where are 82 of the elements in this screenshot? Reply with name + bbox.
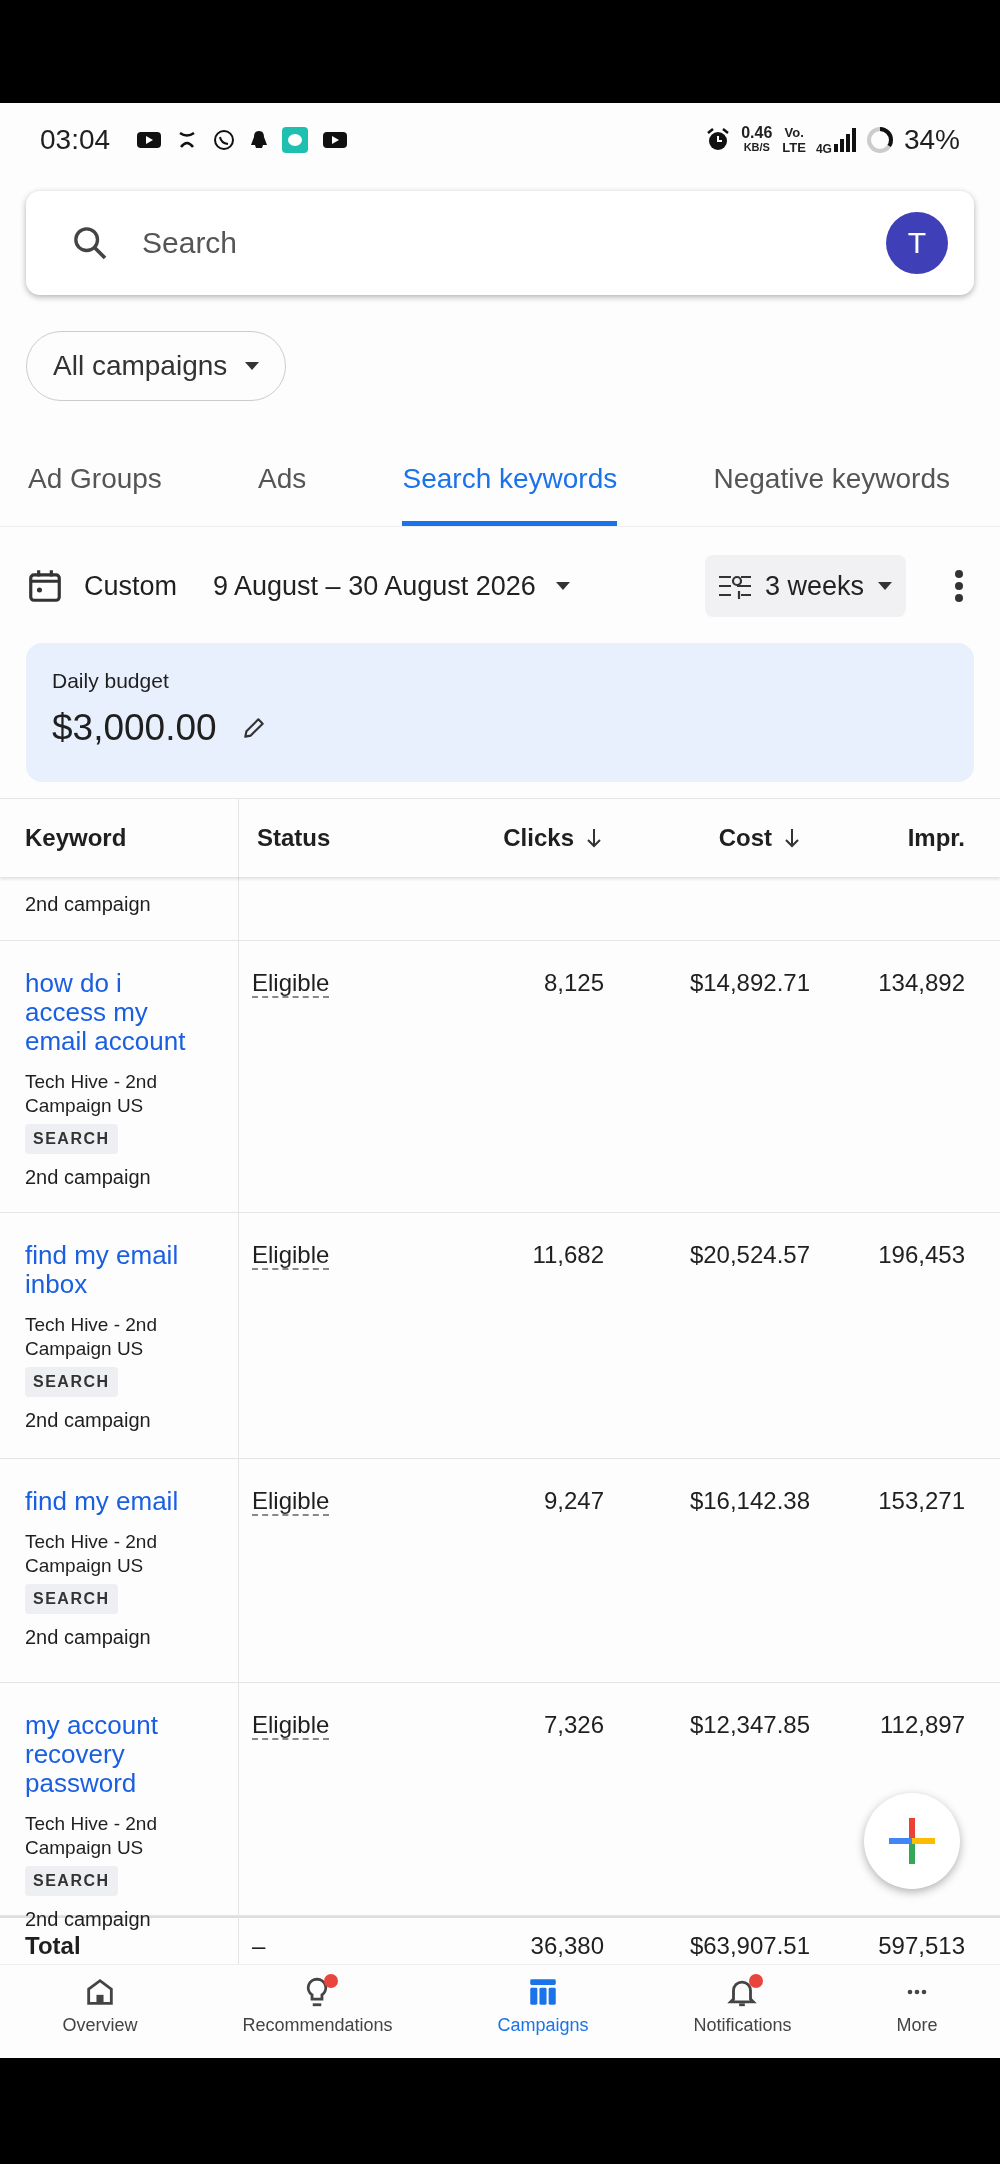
campaign-type-tag: SEARCH — [25, 1866, 118, 1896]
battery-percent: 34% — [903, 124, 960, 156]
video-app-icon — [322, 130, 349, 150]
ad-group-name: Tech Hive - 2nd Campaign US — [25, 1812, 158, 1860]
tab[interactable]: Search keywords — [402, 453, 618, 526]
plus-icon — [889, 1818, 935, 1864]
total-label: Total — [25, 1932, 81, 1959]
add-button[interactable] — [864, 1793, 960, 1889]
campaign-name: 2nd campaign — [25, 1166, 151, 1189]
notification-dot — [324, 1974, 339, 1988]
period-dropdown[interactable]: 3 weeks — [704, 555, 906, 617]
video-app-icon — [136, 130, 163, 150]
campaign-name: 2nd campaign — [25, 1908, 151, 1931]
keyword-link[interactable]: find my email — [25, 1487, 179, 1516]
more-options-icon[interactable] — [954, 569, 964, 603]
ad-group-name: Tech Hive - 2nd Campaign US — [25, 1530, 158, 1578]
sort-down-arrow-icon[interactable] — [784, 828, 800, 848]
battery-ring-icon — [865, 126, 894, 154]
campaign-type-tag: SEARCH — [25, 1584, 118, 1614]
column-header[interactable]: Cost — [718, 824, 772, 852]
campaign-name: 2nd campaign — [25, 893, 151, 915]
table-cell: 112,897 — [880, 1711, 965, 1738]
search-field[interactable]: Search T — [26, 191, 974, 295]
table-cell: $14,892.71 — [689, 969, 810, 996]
table-cell: 196,453 — [878, 1241, 965, 1268]
date-range-dropdown[interactable]: 9 August – 30 August 2026 — [213, 570, 570, 602]
tab[interactable]: Negative keywords — [713, 453, 950, 526]
avatar[interactable]: T — [886, 212, 948, 274]
budget-amount: $3,000.00 — [52, 707, 217, 749]
nav-tab[interactable]: Campaigns — [491, 1965, 595, 2058]
notification-dot — [749, 1974, 764, 1988]
table-cell: 36,380 — [530, 1932, 604, 1959]
volte-indicator: Vo. LTE — [782, 125, 806, 155]
message-app-icon — [282, 127, 309, 153]
table-cell: 597,513 — [878, 1932, 965, 1959]
campaign-type-tag: SEARCH — [25, 1124, 118, 1154]
column-header[interactable]: Keyword — [25, 824, 127, 852]
status-text[interactable]: Eligible — [252, 1711, 330, 1740]
column-header[interactable]: Status — [257, 824, 331, 852]
network-speed: 0.46 KB/S — [741, 125, 773, 155]
table-cell: $16,142.38 — [689, 1487, 810, 1514]
signal-icon — [833, 128, 856, 152]
budget-label: Daily budget — [52, 669, 170, 693]
caret-icon — [878, 582, 892, 590]
keyword-link[interactable]: how do i access my email account — [25, 969, 198, 1056]
status-time: 03:04 — [40, 124, 111, 156]
table-cell: 134,892 — [878, 969, 965, 996]
table-cell: $20,524.57 — [689, 1241, 810, 1268]
nav-tab[interactable]: Recommendations — [236, 1965, 399, 2058]
table-cell: $12,347.85 — [689, 1711, 810, 1738]
nav-tab[interactable]: Overview — [56, 1965, 144, 2058]
calendar-icon — [26, 567, 64, 605]
keyword-link[interactable]: find my email inbox — [25, 1241, 198, 1299]
table-cell: – — [252, 1932, 266, 1959]
chat-bubble-icon — [212, 128, 237, 152]
ad-group-name: Tech Hive - 2nd Campaign US — [25, 1313, 158, 1361]
campaign-name: 2nd campaign — [25, 1409, 151, 1432]
table-cell: 7,326 — [543, 1711, 604, 1738]
nav-tab[interactable]: Notifications — [687, 1965, 798, 2058]
status-text[interactable]: Eligible — [252, 1487, 330, 1516]
caret-icon — [245, 362, 260, 370]
keyword-link[interactable]: my account recovery password — [25, 1711, 198, 1798]
caret-icon — [555, 582, 570, 590]
campaign-name: 2nd campaign — [25, 1626, 151, 1649]
tab[interactable]: Ad Groups — [28, 453, 162, 526]
network-type: 4G — [815, 142, 832, 156]
tab[interactable]: Ads — [258, 453, 307, 526]
status-text[interactable]: Eligible — [252, 1241, 330, 1270]
campaign-type-tag: SEARCH — [25, 1367, 118, 1397]
table-cell: 11,682 — [532, 1241, 604, 1268]
date-preset: Custom — [84, 570, 178, 602]
column-header[interactable]: Clicks — [503, 824, 574, 852]
ad-group-name: Tech Hive - 2nd Campaign US — [25, 1070, 158, 1118]
table-cell: 153,271 — [878, 1487, 965, 1514]
nav-tab[interactable]: More — [890, 1965, 944, 2058]
status-text[interactable]: Eligible — [252, 969, 330, 998]
table-cell: 8,125 — [543, 969, 604, 996]
sort-down-arrow-icon[interactable] — [586, 828, 602, 848]
column-header[interactable]: Impr. — [907, 824, 965, 852]
table-cell: 9,247 — [543, 1487, 604, 1514]
ghost-icon — [250, 129, 269, 151]
table-cell: $63,907.51 — [689, 1932, 810, 1959]
